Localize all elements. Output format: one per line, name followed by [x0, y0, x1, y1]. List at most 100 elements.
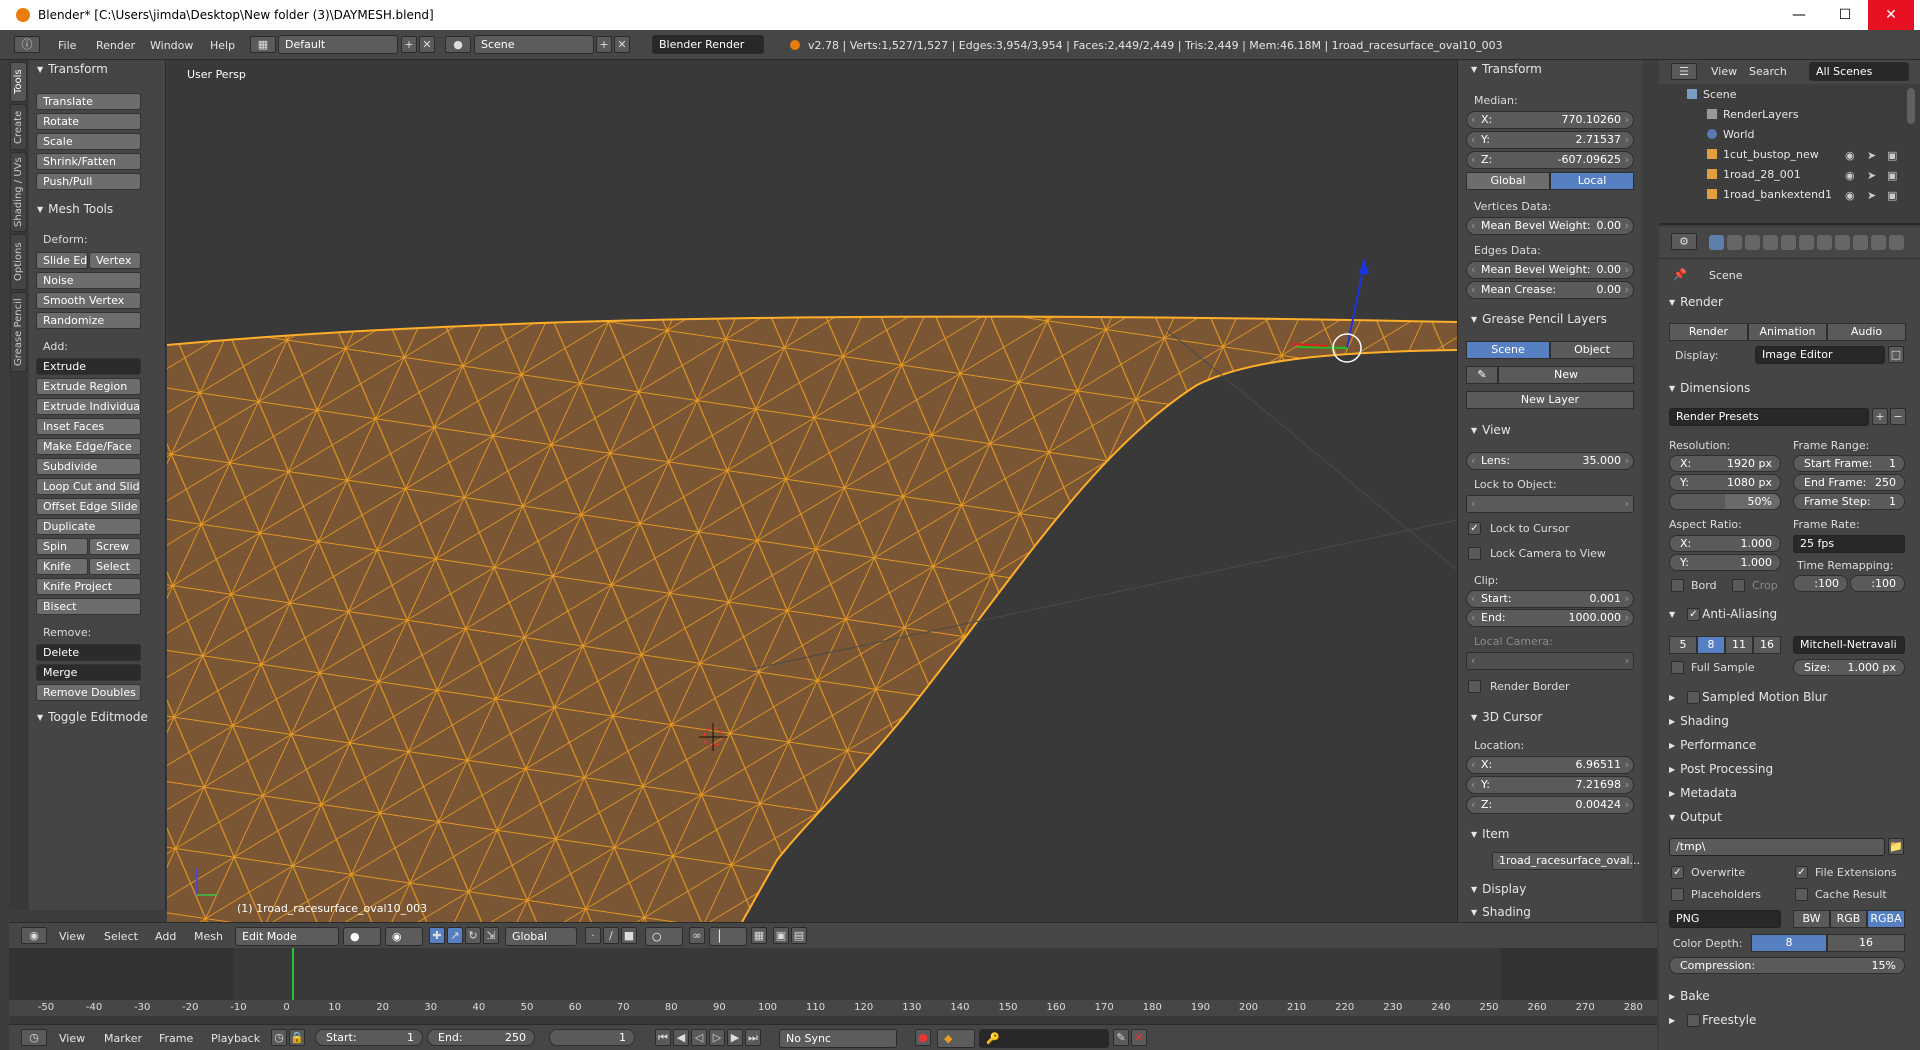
slide-edge-button[interactable]: Slide Ed — [36, 252, 88, 269]
performance-section-header[interactable]: Performance — [1669, 738, 1756, 752]
scale-button[interactable]: Scale — [36, 133, 141, 150]
compression-slider[interactable]: Compression: 15% — [1669, 957, 1905, 974]
tab-grease-pencil[interactable]: Grease Pencil — [10, 292, 27, 372]
current-frame-field[interactable]: 1 — [549, 1029, 635, 1046]
slide-vertex-button[interactable]: Vertex — [89, 252, 141, 269]
loop-cut-slide-button[interactable]: Loop Cut and Slide — [36, 478, 141, 495]
median-z-field[interactable]: Z:-607.09625 — [1466, 151, 1634, 169]
smooth-vertex-button[interactable]: Smooth Vertex — [36, 292, 141, 309]
vertex-select-icon[interactable]: · — [585, 927, 601, 944]
bisect-button[interactable]: Bisect — [36, 598, 141, 615]
mesh-tools-panel-header[interactable]: Mesh Tools — [37, 202, 113, 216]
aa-filter-select[interactable]: Mitchell-Netravali — [1793, 636, 1905, 654]
minimize-button[interactable]: — — [1776, 0, 1822, 30]
render-border-checkbox[interactable] — [1468, 680, 1481, 693]
res-percentage-slider[interactable]: 50% — [1669, 493, 1781, 510]
3d-editor-type-icon[interactable]: ◉ — [21, 927, 47, 944]
render-image-button[interactable]: Render — [1669, 323, 1748, 341]
constraints-tab-icon[interactable] — [1799, 235, 1814, 250]
preview-range-icon[interactable]: ◷ — [271, 1029, 287, 1046]
delete-keyframe-icon[interactable]: ✕ — [1131, 1029, 1147, 1046]
extrude-individual-button[interactable]: Extrude Individual — [36, 398, 141, 415]
cursor-x-field[interactable]: X:6.96511 — [1466, 756, 1634, 774]
start-frame-timeline-field[interactable]: Start: 1 — [315, 1029, 423, 1046]
play-icon[interactable]: ▷ — [709, 1029, 725, 1046]
start-frame-field[interactable]: Start Frame: 1 — [1793, 455, 1905, 472]
shading-panel-header[interactable]: Shading — [1471, 905, 1531, 919]
translate-button[interactable]: Translate — [36, 93, 141, 110]
outliner-editor-icon[interactable]: ☰ — [1671, 63, 1697, 80]
remove-layout-icon[interactable]: ✕ — [419, 36, 435, 53]
outliner-scrollbar[interactable] — [1907, 88, 1915, 124]
aa-size-field[interactable]: Size: 1.000 px — [1793, 659, 1905, 676]
screw-button[interactable]: Screw — [89, 538, 141, 555]
render-audio-button[interactable]: Audio — [1827, 323, 1906, 341]
proportional-edit-select[interactable]: ○ — [645, 927, 683, 946]
make-edge-face-button[interactable]: Make Edge/Face — [36, 438, 141, 455]
timeline-menu-marker[interactable]: Marker — [104, 1032, 142, 1045]
material-tab-icon[interactable] — [1853, 235, 1868, 250]
toggle-editmode-header[interactable]: Toggle Editmode — [37, 710, 148, 724]
transform-orientation-select[interactable]: Global — [505, 927, 577, 946]
file-extensions-checkbox[interactable]: ✓ — [1795, 866, 1808, 879]
menu-render[interactable]: Render — [96, 39, 135, 52]
3d-menu-mesh[interactable]: Mesh — [194, 930, 223, 943]
render-camera-icon[interactable]: ▣ — [1887, 149, 1897, 162]
editor-type-info-icon[interactable]: ⓘ — [14, 36, 40, 53]
end-frame-field[interactable]: End Frame: 250 — [1793, 474, 1905, 491]
remove-doubles-button[interactable]: Remove Doubles — [36, 684, 141, 701]
freestyle-section-header[interactable]: Freestyle — [1669, 1013, 1756, 1027]
metadata-section-header[interactable]: Metadata — [1669, 786, 1737, 800]
color-rgba-toggle[interactable]: RGBA — [1867, 910, 1905, 928]
remove-preset-icon[interactable]: − — [1890, 408, 1906, 425]
jump-start-icon[interactable]: ⏮ — [655, 1029, 671, 1046]
grease-object-toggle[interactable]: Object — [1550, 341, 1634, 359]
outliner-row-bankextend[interactable]: 1road_bankextend1 — [1707, 188, 1832, 201]
manipulator-toggle-icon[interactable]: ✚ — [429, 927, 445, 944]
render-tab-icon[interactable] — [1709, 235, 1724, 250]
outliner-row-renderlayers[interactable]: RenderLayers — [1707, 108, 1799, 121]
maximize-button[interactable]: ☐ — [1822, 0, 1868, 30]
visibility-eye-icon[interactable]: ◉ — [1845, 169, 1855, 182]
world-tab-icon[interactable] — [1763, 235, 1778, 250]
viewport-shading-select[interactable]: ● — [343, 927, 381, 946]
subdivide-button[interactable]: Subdivide — [36, 458, 141, 475]
knife-button[interactable]: Knife — [36, 558, 88, 575]
cursor-y-field[interactable]: Y:7.21698 — [1466, 776, 1634, 794]
timeline-menu-frame[interactable]: Frame — [159, 1032, 193, 1045]
rotate-manip-icon[interactable]: ↻ — [465, 927, 481, 944]
opengl-render-icon[interactable]: ▣ — [773, 927, 789, 944]
render-section-header[interactable]: Render — [1669, 295, 1723, 309]
lock-range-icon[interactable]: 🔒 — [289, 1029, 305, 1046]
modifiers-tab-icon[interactable] — [1817, 235, 1832, 250]
tab-tools[interactable]: Tools — [10, 62, 27, 102]
extrude-region-button[interactable]: Extrude Region — [36, 378, 141, 395]
select-arrow-icon[interactable]: ➤ — [1867, 149, 1876, 162]
color-rgb-toggle[interactable]: RGB — [1830, 910, 1867, 928]
res-x-field[interactable]: X: 1920 px — [1669, 455, 1781, 472]
3d-menu-select[interactable]: Select — [104, 930, 138, 943]
post-processing-section-header[interactable]: Post Processing — [1669, 762, 1773, 776]
lock-cursor-checkbox[interactable]: ✓ — [1468, 522, 1481, 535]
full-sample-checkbox[interactable] — [1671, 661, 1684, 674]
item-panel-header[interactable]: Item — [1471, 827, 1509, 841]
manipulator-z-arrow[interactable] — [1359, 258, 1369, 274]
duplicate-button[interactable]: Duplicate — [36, 518, 141, 535]
local-toggle[interactable]: Local — [1550, 172, 1634, 190]
placeholders-checkbox[interactable] — [1671, 888, 1684, 901]
median-y-field[interactable]: Y:2.71537 — [1466, 131, 1634, 149]
dimensions-section-header[interactable]: Dimensions — [1669, 381, 1750, 395]
grease-pencil-header[interactable]: Grease Pencil Layers — [1471, 312, 1607, 326]
new-layer-button[interactable]: New Layer — [1466, 391, 1634, 409]
outliner-row-world[interactable]: World — [1707, 128, 1755, 141]
render-animation-button[interactable]: Animation — [1748, 323, 1827, 341]
lens-field[interactable]: Lens: 35.000 — [1466, 452, 1634, 470]
add-layout-icon[interactable]: + — [401, 36, 417, 53]
noise-button[interactable]: Noise — [36, 272, 141, 289]
motion-blur-section-header[interactable]: Sampled Motion Blur — [1669, 690, 1827, 704]
timeline[interactable]: -50 -40 -30 -20 -10 0 10 20 30 40 50 60 70 80 90 100 110… — [9, 948, 1657, 1024]
rotate-button[interactable]: Rotate — [36, 113, 141, 130]
menu-help[interactable]: Help — [210, 39, 235, 52]
jump-end-icon[interactable]: ⏭ — [745, 1029, 761, 1046]
render-camera-icon[interactable]: ▣ — [1887, 189, 1897, 202]
